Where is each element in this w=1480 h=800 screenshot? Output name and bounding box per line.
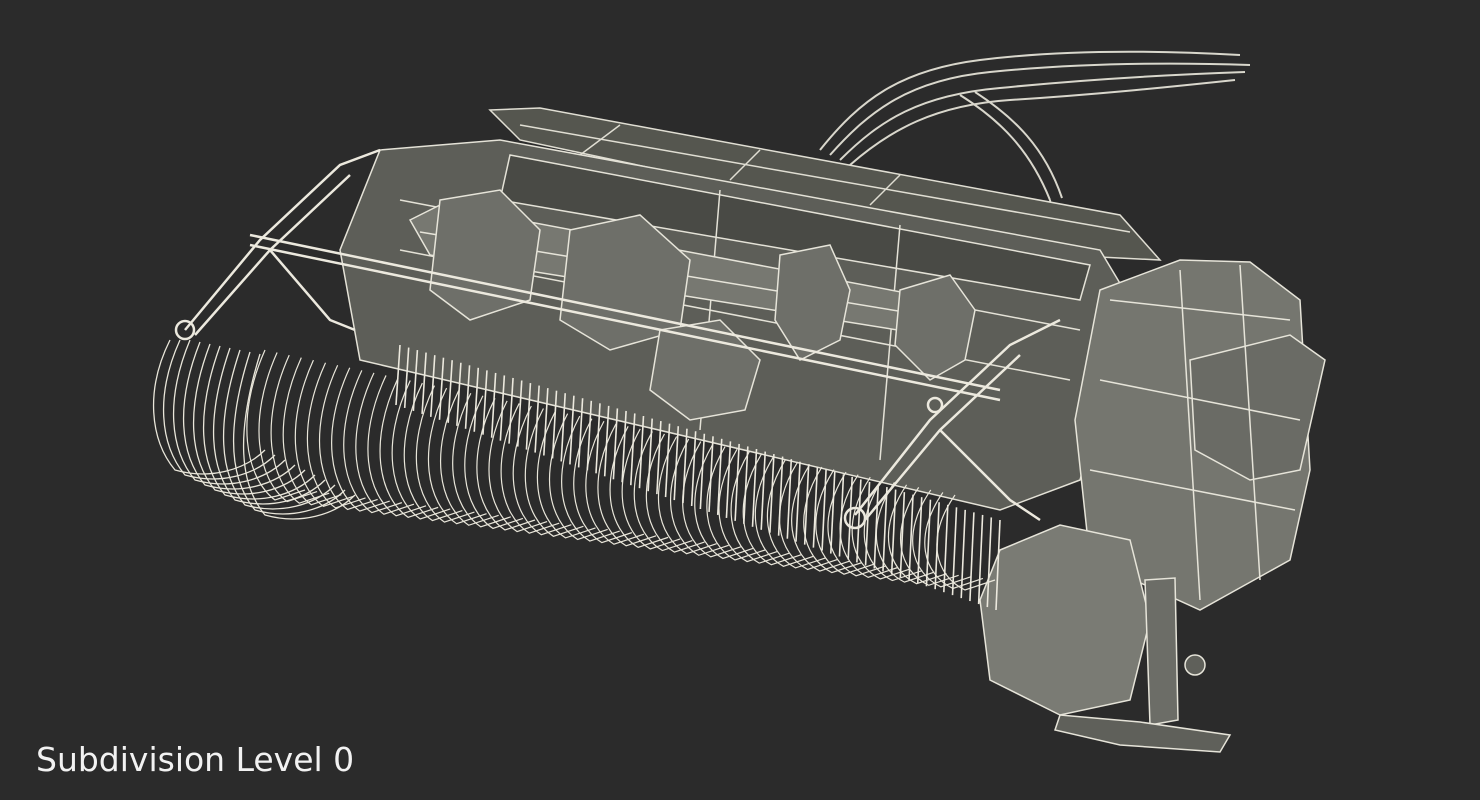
comb-tooth xyxy=(873,484,880,569)
comb-tooth xyxy=(656,421,662,495)
comb-tooth xyxy=(682,428,688,504)
pickup-tines xyxy=(152,339,356,520)
comb-tooth xyxy=(751,448,758,527)
comb-tooth xyxy=(760,451,767,530)
comb-tooth xyxy=(795,461,801,542)
viewport: Subdivision Level 0 xyxy=(0,0,1480,800)
comb-tooth xyxy=(977,514,984,605)
comb-tooth xyxy=(856,479,862,563)
wireframe-render xyxy=(152,50,1326,753)
comb-tooth xyxy=(829,471,836,554)
subdivision-level-caption: Subdivision Level 0 xyxy=(36,740,355,779)
comb-tooth xyxy=(647,418,653,492)
comb-tooth xyxy=(699,433,706,510)
comb-tooth xyxy=(716,438,723,515)
comb-tooth xyxy=(664,423,671,498)
comb-tooth xyxy=(821,469,827,551)
comb-tooth xyxy=(786,459,793,539)
comb-tooth xyxy=(725,441,732,518)
